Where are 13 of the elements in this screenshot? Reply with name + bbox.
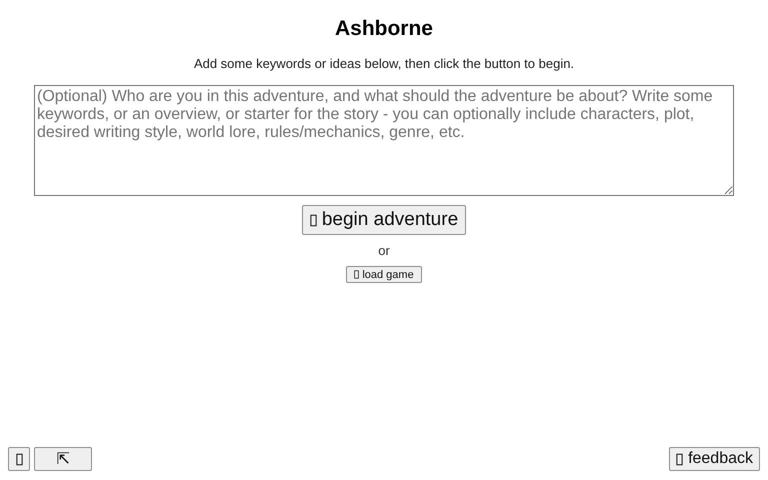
menu-button[interactable]	[8, 447, 30, 471]
begin-adventure-button[interactable]: begin adventure	[302, 205, 466, 235]
feedback-button[interactable]: feedback	[669, 447, 760, 471]
box-icon	[310, 214, 317, 226]
box-icon	[16, 452, 22, 466]
instructions-text: Add some keywords or ideas below, then click the button to begin.	[194, 56, 574, 71]
app-title: Ashborne	[334, 17, 433, 41]
or-text: or	[378, 243, 390, 258]
load-game-button[interactable]: load game	[346, 266, 422, 283]
box-icon	[676, 452, 684, 466]
box-icon	[354, 270, 360, 279]
prompt-field[interactable]: (Optional) Who are you in this adventure, and what should the adventure be about? Write some keywords, or an overview, or starter for the story - you can optionally include characters, plot, desired writing style, world lore, rules/mechanics, genre, etc.	[34, 85, 734, 196]
fullscreen-button[interactable]: ⇱	[34, 447, 92, 471]
